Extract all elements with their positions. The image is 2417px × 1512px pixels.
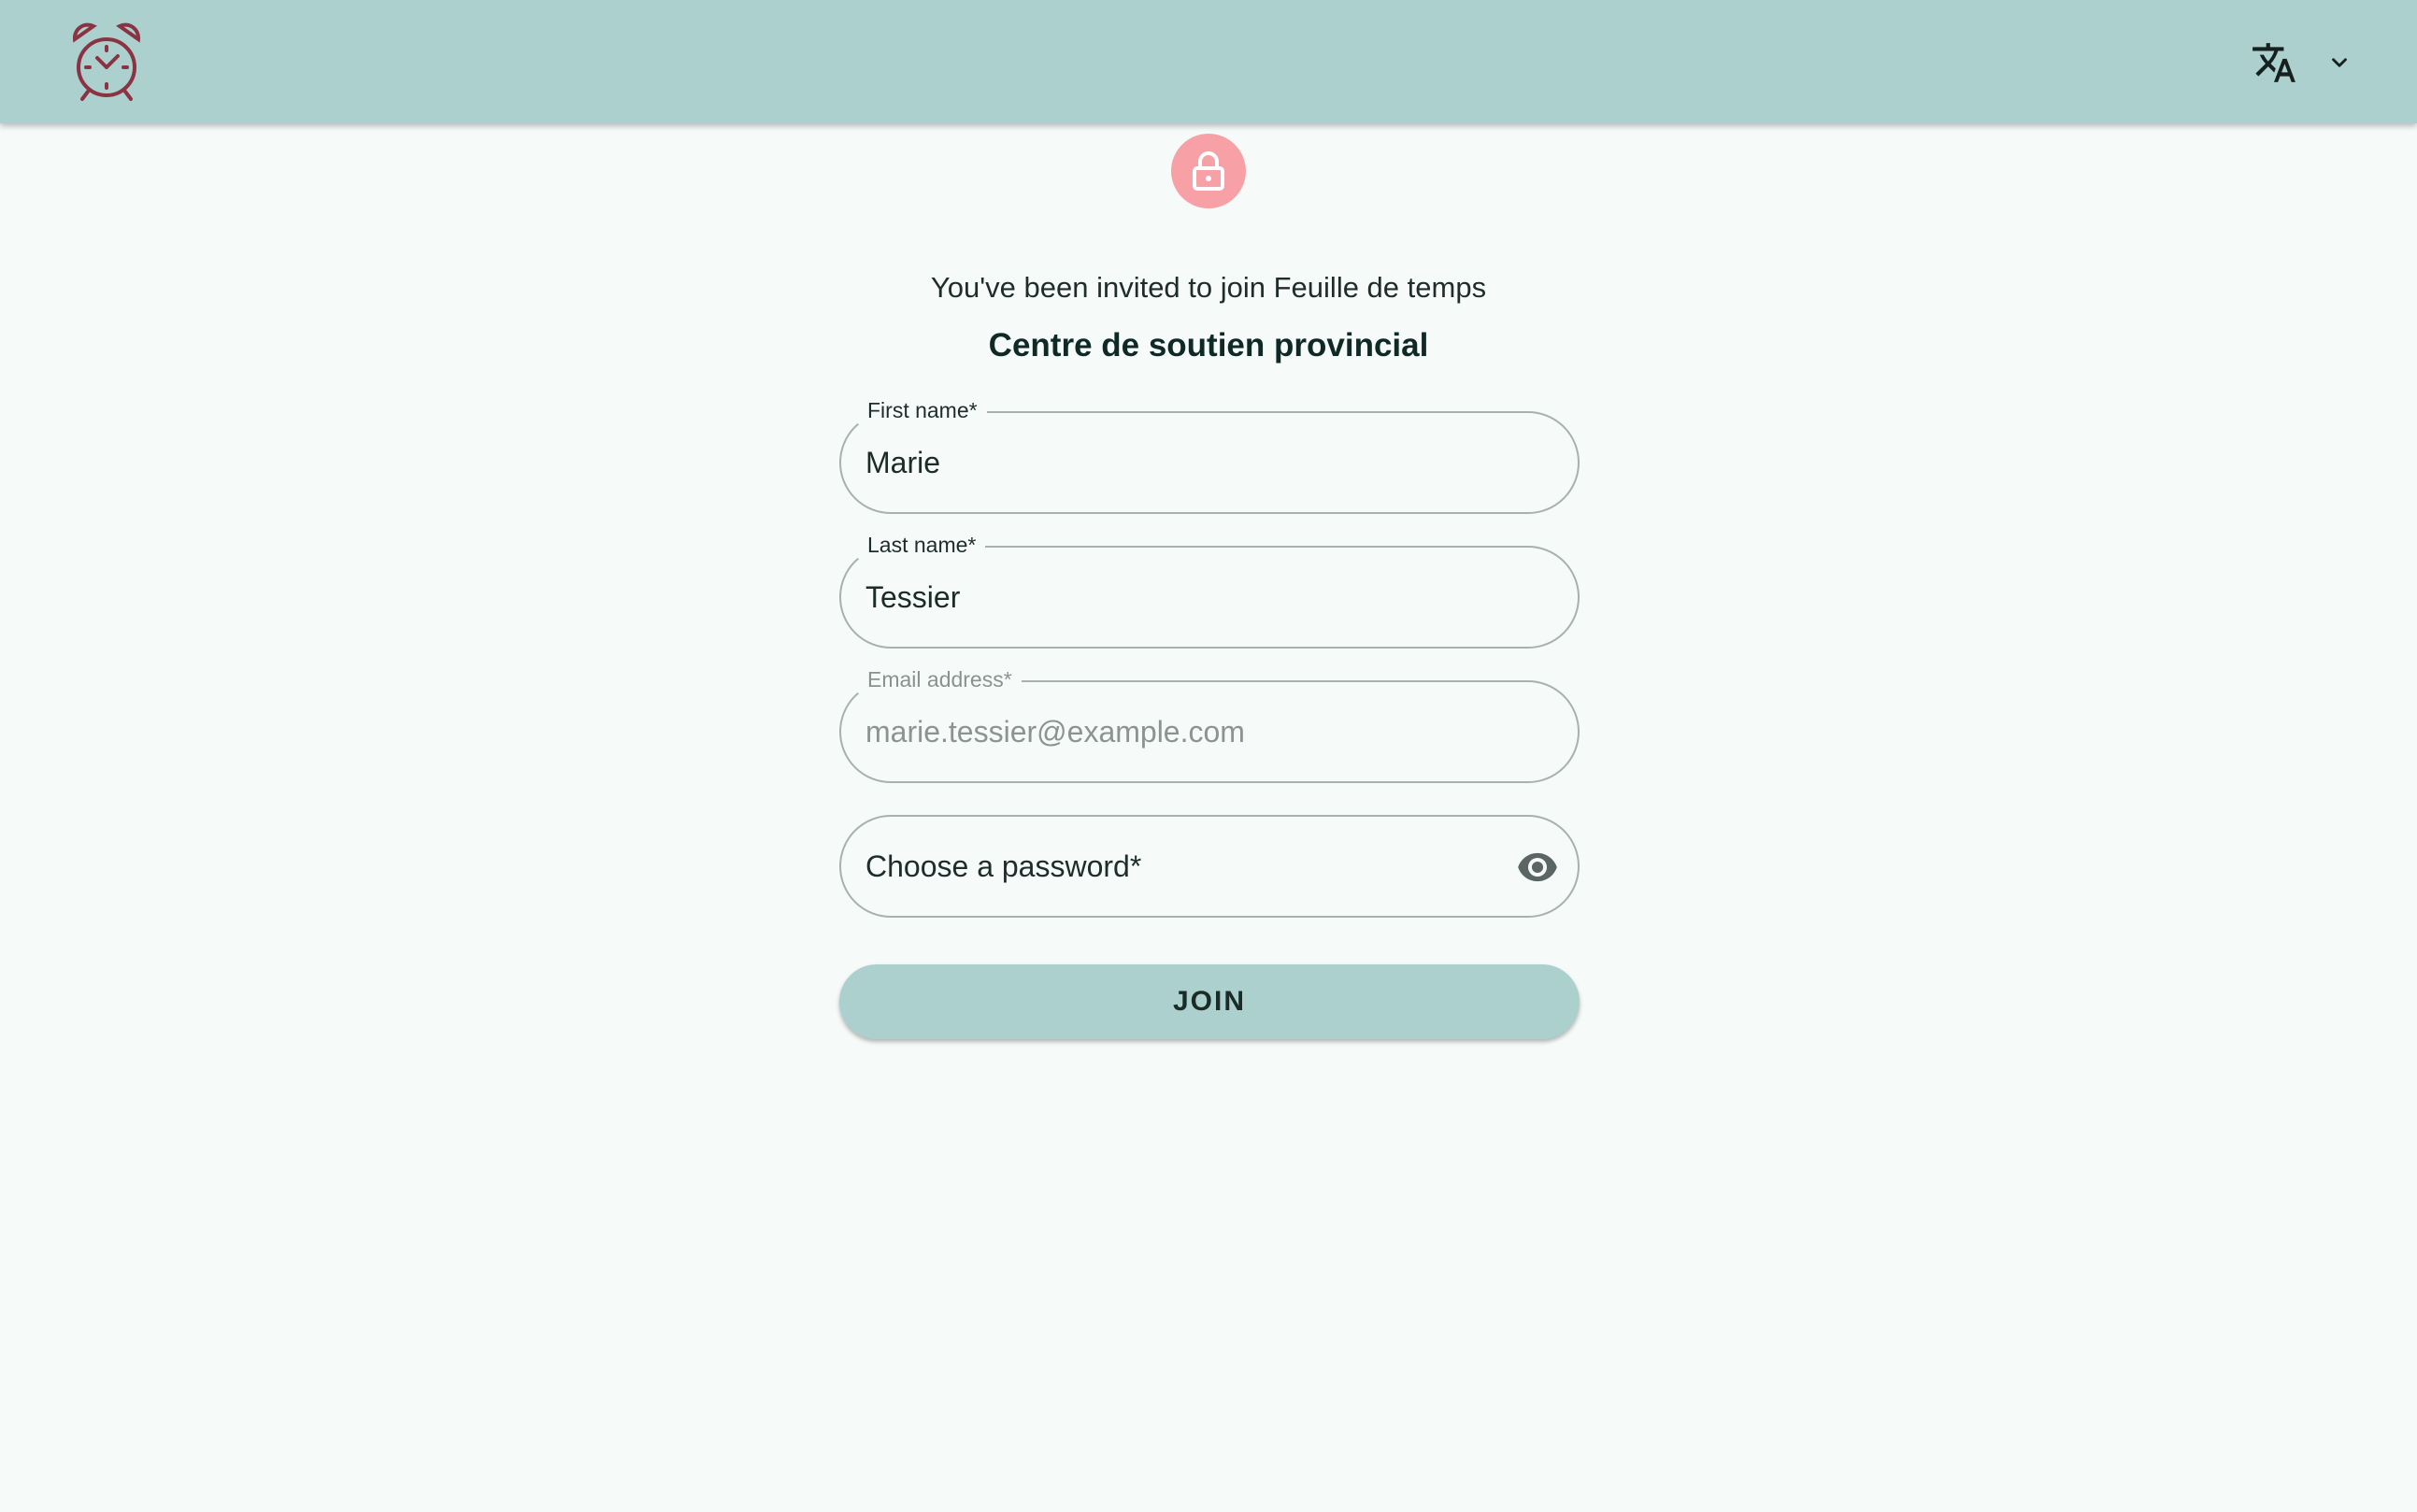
password-field[interactable]: Choose a password* xyxy=(839,815,1580,918)
chevron-down-icon xyxy=(2332,58,2347,67)
email-value: marie.tessier@example.com xyxy=(865,715,1245,749)
invite-message: You've been invited to join Feuille de t… xyxy=(930,271,1487,304)
translate-icon xyxy=(2253,43,2295,82)
language-menu-button[interactable] xyxy=(2243,34,2365,90)
email-field: Email address* marie.tessier@example.com xyxy=(839,665,1580,783)
organization-name: Centre de soutien provincial xyxy=(988,327,1429,364)
top-app-bar xyxy=(0,0,2417,123)
first-name-value: Marie xyxy=(865,446,941,479)
join-button[interactable]: JOIN xyxy=(839,964,1580,1039)
lock-icon xyxy=(1171,134,1246,208)
eye-icon[interactable] xyxy=(1516,851,1559,883)
password-placeholder: Choose a password* xyxy=(865,849,1142,883)
last-name-value: Tessier xyxy=(865,580,961,614)
last-name-field[interactable]: Last name* Tessier xyxy=(839,531,1580,649)
alarm-clock-icon[interactable] xyxy=(71,21,142,103)
first-name-field[interactable]: First name* Marie xyxy=(839,396,1580,514)
